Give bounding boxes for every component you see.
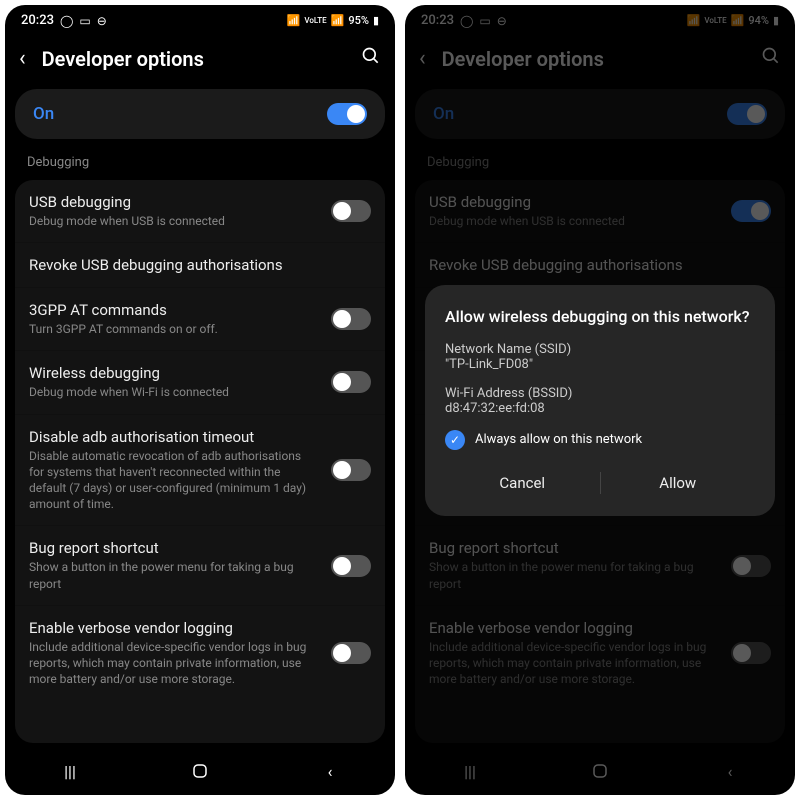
- master-toggle-card[interactable]: On: [15, 89, 385, 139]
- dialog-title: Allow wireless debugging on this network…: [445, 307, 755, 326]
- bssid-value: d8:47:32:ee:fd:08: [445, 401, 755, 416]
- battery-icon: ▮: [373, 14, 379, 27]
- phone-left: 20:23 ◯ ▭ ⊖ 📶 VoLTE 📶 95% ▮ ‹ Developer …: [5, 5, 395, 795]
- row-toggle[interactable]: [331, 371, 371, 393]
- row-subtitle: Turn 3GPP AT commands on or off.: [29, 321, 319, 337]
- row-title: Wireless debugging: [29, 364, 319, 382]
- row-toggle[interactable]: [331, 555, 371, 577]
- setting-row[interactable]: USB debugging Debug mode when USB is conn…: [15, 180, 385, 243]
- row-toggle[interactable]: [331, 200, 371, 222]
- wireless-debugging-dialog: Allow wireless debugging on this network…: [425, 285, 775, 516]
- row-subtitle: Include additional device-specific vendo…: [29, 639, 319, 688]
- status-bar: 20:23 ◯ ▭ ⊖ 📶 VoLTE 📶 95% ▮: [5, 5, 395, 32]
- setting-row[interactable]: 3GPP AT commands Turn 3GPP AT commands on…: [15, 288, 385, 351]
- page-title: Developer options: [42, 47, 345, 71]
- row-toggle[interactable]: [331, 642, 371, 664]
- setting-row[interactable]: Bug report shortcut Show a button in the …: [15, 526, 385, 605]
- setting-row[interactable]: Revoke USB debugging authorisations: [15, 243, 385, 288]
- row-subtitle: Show a button in the power menu for taki…: [29, 559, 319, 591]
- row-title: USB debugging: [29, 193, 319, 211]
- setting-row[interactable]: Disable adb authorisation timeout Disable…: [15, 415, 385, 527]
- row-title: Enable verbose vendor logging: [29, 619, 319, 637]
- setting-row[interactable]: Wireless debugging Debug mode when Wi-Fi …: [15, 351, 385, 414]
- row-toggle[interactable]: [331, 308, 371, 330]
- volte-label: VoLTE: [304, 16, 326, 25]
- nav-bar: ||| ‹: [5, 743, 395, 795]
- back-button[interactable]: ‹: [318, 759, 342, 783]
- row-title: Bug report shortcut: [29, 539, 319, 557]
- row-subtitle: Debug mode when USB is connected: [29, 213, 319, 229]
- row-title: Revoke USB debugging authorisations: [29, 256, 371, 274]
- whatsapp-icon: ◯: [60, 14, 73, 28]
- ssid-value: "TP-Link_FD08": [445, 357, 755, 372]
- battery-pct: 95%: [348, 14, 369, 27]
- allow-button[interactable]: Allow: [601, 460, 756, 506]
- row-subtitle: Disable automatic revocation of adb auth…: [29, 448, 319, 513]
- bssid-label: Wi-Fi Address (BSSID): [445, 386, 755, 401]
- master-toggle[interactable]: [327, 103, 367, 125]
- ssid-label: Network Name (SSID): [445, 342, 755, 357]
- back-icon[interactable]: ‹: [19, 46, 26, 71]
- signal-icon: 📶: [331, 14, 345, 27]
- always-allow-label: Always allow on this network: [475, 432, 642, 447]
- section-header: Debugging: [5, 153, 395, 180]
- message-icon: ▭: [79, 14, 90, 28]
- header: ‹ Developer options: [5, 32, 395, 85]
- settings-list: USB debugging Debug mode when USB is conn…: [15, 180, 385, 743]
- always-allow-checkbox[interactable]: ✓ Always allow on this network: [445, 430, 755, 450]
- setting-row[interactable]: Enable verbose vendor logging Include add…: [15, 606, 385, 701]
- check-icon: ✓: [445, 430, 465, 450]
- home-button[interactable]: [188, 759, 212, 783]
- search-icon[interactable]: [361, 46, 381, 71]
- wifi-icon: 📶: [287, 14, 301, 27]
- status-time: 20:23: [21, 13, 54, 28]
- dialog-overlay: Allow wireless debugging on this network…: [405, 5, 795, 795]
- dnd-icon: ⊖: [97, 14, 107, 28]
- row-toggle[interactable]: [331, 459, 371, 481]
- recents-button[interactable]: |||: [58, 759, 82, 783]
- master-toggle-label: On: [33, 104, 54, 124]
- row-title: Disable adb authorisation timeout: [29, 428, 319, 446]
- row-title: 3GPP AT commands: [29, 301, 319, 319]
- cancel-button[interactable]: Cancel: [445, 460, 600, 506]
- row-subtitle: Debug mode when Wi-Fi is connected: [29, 384, 319, 400]
- phone-right: 20:23 ◯ ▭ ⊖ 📶 VoLTE 📶 94% ▮ ‹ Developer …: [405, 5, 795, 795]
